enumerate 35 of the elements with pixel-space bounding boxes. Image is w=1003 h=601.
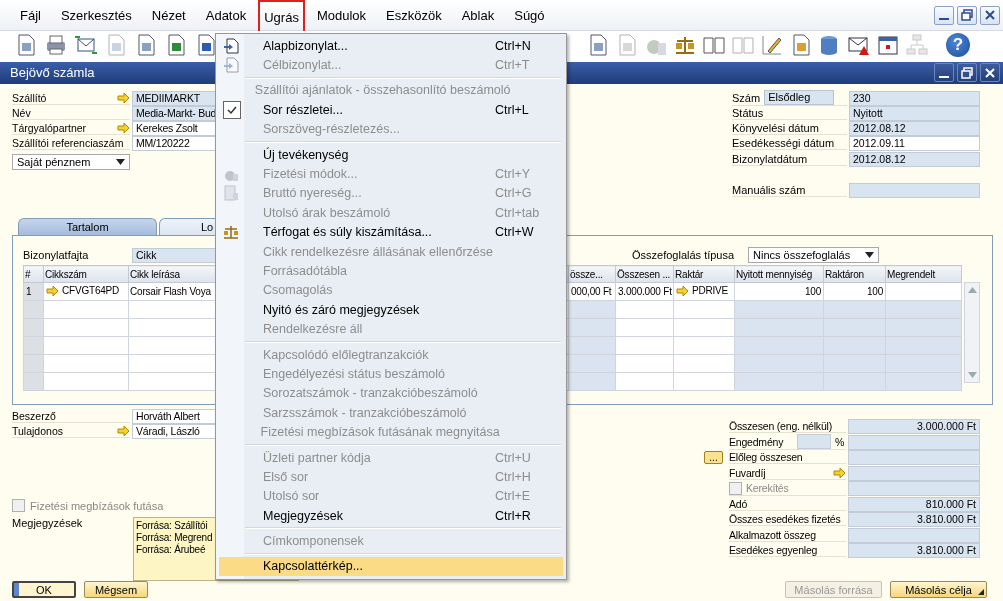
table-cell: 100: [804, 286, 821, 297]
field-label: Bizonylatfajta: [23, 249, 90, 261]
field-label: Esedékes egyenleg: [729, 544, 818, 557]
table-cell: 100: [866, 286, 883, 297]
table-cell: 1: [26, 286, 32, 297]
field-label: Beszerző: [12, 410, 56, 422]
table-cell: CFVGT64PD: [62, 285, 120, 297]
table-cell: Corsair Flash Voya: [130, 286, 211, 297]
field-label: Szám: [732, 91, 761, 104]
field-label: Összes esedékes fizetés: [729, 513, 841, 526]
field-label: Esedékességi dátum: [732, 137, 835, 150]
field-label: Szállítói referenciaszám: [12, 136, 124, 149]
field-label: Név: [12, 106, 31, 119]
table-cell: PDRIVE: [692, 285, 729, 297]
checkbox-label: Fizetési megbízások futása: [30, 499, 164, 512]
field-label: Szállító: [12, 91, 47, 104]
field-label: Előleg összesen: [729, 451, 803, 464]
field-label: Tárgyalópartner: [12, 121, 87, 134]
field-label: Alkalmazott összeg: [729, 528, 816, 541]
field-label: Bizonylatdátum: [732, 152, 808, 165]
field-label: Összefoglalás típusa: [632, 249, 736, 261]
field-label: Engedmény: [729, 435, 785, 448]
field-label: Könyvelési dátum: [732, 122, 819, 135]
table-cell: 3.000.000 Ft: [618, 286, 672, 297]
field-label: Megjegyzések: [12, 517, 84, 529]
table-cell: 000,00 Ft: [571, 286, 612, 297]
field-label: Státus: [732, 106, 764, 119]
field-label: Fuvardíj: [729, 466, 766, 479]
checkbox-label: Kerekítés: [746, 482, 789, 495]
percent-sign: %: [835, 435, 845, 448]
field-label: Adó: [729, 497, 748, 510]
field-label: Összesen (eng. nélkül): [729, 420, 832, 433]
window-title: Bejövő számla: [9, 65, 95, 80]
field-label: Tulajdonos: [12, 425, 63, 437]
field-label: Manuális szám: [732, 183, 806, 196]
